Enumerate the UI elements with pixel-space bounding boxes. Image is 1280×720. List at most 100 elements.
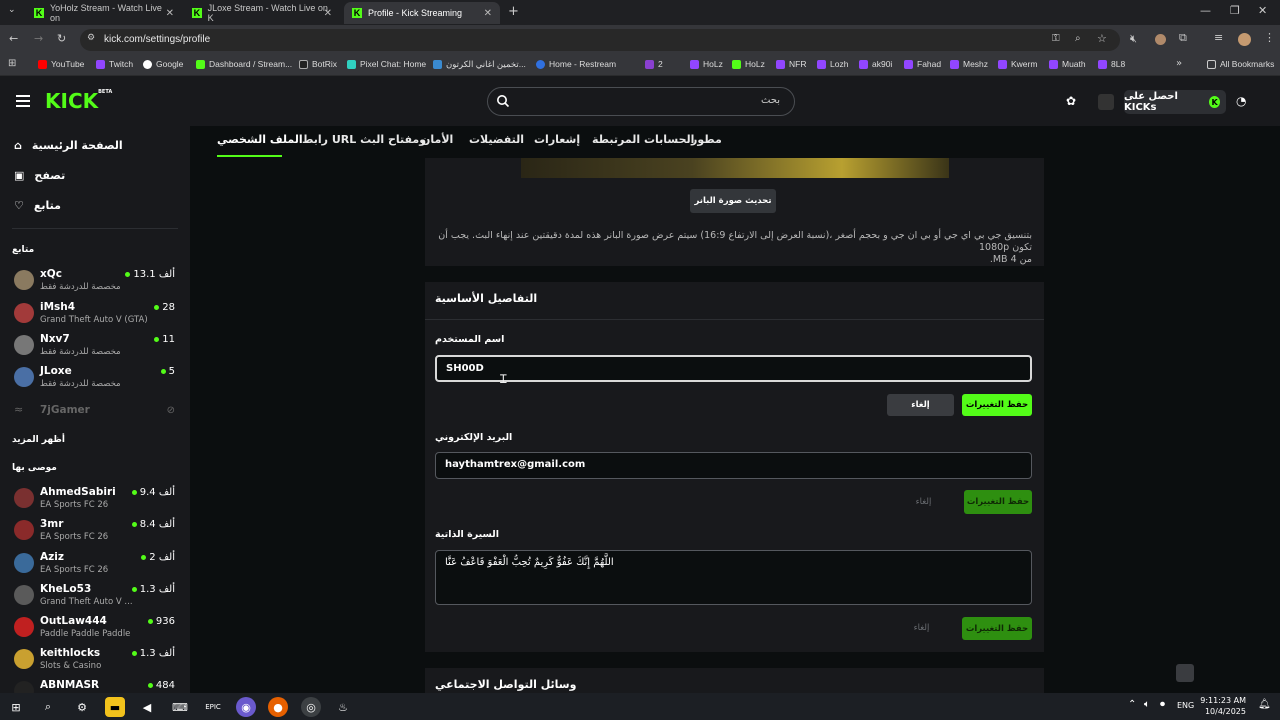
close-icon[interactable]: ✕ — [324, 8, 332, 19]
bookmark-star-icon[interactable]: ☆ — [1097, 32, 1107, 45]
email-field[interactable]: haythamtrex@gmail.com — [435, 452, 1032, 479]
update-banner-button[interactable]: تحديث صورة البانر — [690, 189, 776, 213]
window-close-icon[interactable]: ✕ — [1258, 4, 1267, 17]
reload-icon[interactable]: ↻ — [57, 32, 66, 45]
list-item[interactable]: iMsh4 Grand Theft Auto V (GTA) 28 — [12, 300, 177, 330]
bookmark-restream[interactable]: Home - Restream — [536, 59, 616, 69]
extensions-puzzle-icon[interactable]: ⧉ — [1179, 31, 1187, 45]
steam-icon[interactable]: ♨ — [333, 697, 353, 717]
chat-icon[interactable]: ◔ — [1236, 94, 1246, 108]
save-bio-button[interactable]: حفظ التغييرات — [962, 617, 1032, 640]
bookmark-botrix[interactable]: BotRix — [299, 59, 337, 69]
notification-bell-icon[interactable]: 🔔︎ — [1258, 699, 1271, 710]
tray-chevron-icon[interactable]: ⌃ — [1128, 699, 1136, 710]
bookmark-meshz[interactable]: Meshz — [950, 59, 988, 69]
list-item[interactable]: AhmedSabiri EA Sports FC 26 9.4 ألف — [12, 485, 177, 515]
mute-icon[interactable]: 🔇︎ — [1130, 32, 1137, 46]
maximize-icon[interactable]: ❐ — [1230, 4, 1240, 17]
avatar[interactable] — [1098, 94, 1114, 110]
apps-icon[interactable]: ⊞ — [8, 58, 16, 69]
bookmark-kwerm[interactable]: Kwerm — [998, 59, 1037, 69]
search-input[interactable]: بحث — [487, 87, 795, 116]
save-username-button[interactable]: حفظ التغييرات — [962, 394, 1032, 416]
tab-notifications[interactable]: إشعارات — [534, 133, 580, 146]
site-info-icon[interactable]: ⚙ — [87, 33, 95, 43]
profile-avatar[interactable] — [1238, 33, 1251, 46]
zoom-icon[interactable]: ⌕ — [1075, 33, 1081, 44]
browser-tab-2[interactable]: K JLoxe Stream - Watch Live on K ✕ — [184, 2, 340, 24]
bookmark-8l8[interactable]: 8L8 — [1098, 59, 1125, 69]
username-field[interactable]: SH00D — [435, 355, 1032, 382]
tab-preferences[interactable]: التفضيلات — [469, 133, 524, 146]
new-tab-icon[interactable]: + — [508, 4, 519, 19]
close-icon[interactable]: ✕ — [166, 8, 174, 19]
epic-games-icon[interactable]: EPIC — [203, 697, 223, 717]
list-item[interactable]: 3mr EA Sports FC 26 8.4 ألف — [12, 517, 177, 547]
media-icon[interactable]: ≡ — [1214, 31, 1223, 44]
show-more-link[interactable]: أظهر المزيد — [12, 435, 65, 445]
list-item[interactable]: ≈ 7jGamer ⊘ — [12, 403, 177, 433]
browser-tab-3[interactable]: K Profile - Kick Streaming ✕ — [344, 2, 500, 24]
more-bookmarks-icon[interactable]: » — [1176, 58, 1182, 69]
save-email-button[interactable]: حفظ التغييرات — [964, 490, 1032, 514]
keyboard-app-icon[interactable]: ⌨ — [170, 697, 190, 717]
sidebar-item-home[interactable]: ⌂ الصفحة الرئيسية — [14, 139, 123, 152]
list-item[interactable]: KheLo53 Grand Theft Auto V ... 1.3 ألف — [12, 582, 177, 612]
chrome-icon[interactable]: ◎ — [301, 697, 321, 717]
microphone-icon[interactable]: ⏺ — [1160, 699, 1165, 710]
settings-gear-icon[interactable]: ⚙ — [72, 697, 92, 717]
list-item[interactable]: OutLaw444 Paddle Paddle Paddle 936 — [12, 614, 177, 644]
clock[interactable]: 9:11:23 AM 10/4/2025 — [1200, 695, 1246, 717]
speaker-icon[interactable]: 🔈︎ — [1144, 699, 1150, 710]
app-icon[interactable]: ◀ — [137, 697, 157, 717]
bookmark-google[interactable]: Google — [143, 59, 183, 69]
bookmark-nfr[interactable]: NFR — [776, 59, 806, 69]
tab-stream-url-key[interactable]: رابط URL ومفتاح البث — [302, 133, 426, 146]
bookmark-pixel-chat[interactable]: Pixel Chat: Home — [347, 59, 426, 69]
bookmark-muath[interactable]: Muath — [1049, 59, 1086, 69]
search-icon[interactable]: ⌕ — [38, 697, 58, 717]
bookmark-ak90i[interactable]: ak90i — [859, 59, 892, 69]
hamburger-menu-icon[interactable] — [16, 95, 30, 110]
cancel-email-button[interactable]: إلغاء — [901, 494, 946, 510]
bookmark-fahad[interactable]: Fahad — [904, 59, 941, 69]
windows-start-icon[interactable]: ⊞ — [6, 697, 26, 717]
all-bookmarks[interactable]: All Bookmarks — [1207, 59, 1274, 69]
menu-icon[interactable]: ⋮ — [1264, 31, 1275, 44]
tab-profile[interactable]: الملف الشخصي — [217, 133, 303, 146]
language-indicator[interactable]: ENG — [1177, 701, 1194, 710]
list-item[interactable]: Aziz EA Sports FC 26 2 ألف — [12, 550, 177, 580]
browser-tab-1[interactable]: K YoHolz Stream - Watch Live on ✕ — [26, 2, 182, 24]
tab-connected-accounts[interactable]: الحسابات المرتبطة — [592, 133, 694, 146]
bookmark-cartoon[interactable]: تخمين اغاني الكرتون... — [433, 59, 526, 70]
extension-icon[interactable] — [1155, 34, 1166, 45]
cancel-username-button[interactable]: إلغاء — [887, 394, 954, 416]
list-item[interactable]: xQc مخصصة للدردشة فقط 13.1 ألف — [12, 267, 177, 297]
get-kicks-button[interactable]: احصل على KICKs K — [1124, 90, 1226, 114]
bookmark-holz-2[interactable]: HoLz — [732, 59, 765, 69]
minimize-icon[interactable]: — — [1200, 4, 1211, 17]
discord-icon[interactable]: ◉ — [236, 697, 256, 717]
list-item[interactable]: JLoxe مخصصة للدردشة فقط 5 — [12, 364, 177, 394]
firefox-icon[interactable]: ● — [268, 697, 288, 717]
floating-avatar[interactable] — [1176, 664, 1194, 682]
close-icon[interactable]: ✕ — [484, 8, 492, 19]
tab-developer[interactable]: مطور — [691, 133, 722, 146]
bookmark-holz-1[interactable]: HoLz — [690, 59, 723, 69]
password-key-icon[interactable]: ⚿ — [1052, 33, 1060, 44]
bookmark-twitch[interactable]: Twitch — [96, 59, 133, 69]
back-icon[interactable]: ← — [9, 32, 18, 45]
notifications-icon[interactable]: ✿ — [1066, 94, 1076, 108]
forward-icon[interactable]: → — [34, 32, 43, 45]
bookmark-youtube[interactable]: YouTube — [38, 59, 84, 69]
kick-logo[interactable]: KICKBETA — [45, 89, 112, 113]
tab-security[interactable]: الأمان — [421, 133, 453, 146]
bookmark-dashboard[interactable]: Dashboard / Stream... — [196, 59, 292, 69]
bookmark-2[interactable]: 2 — [645, 59, 663, 69]
list-item[interactable]: Nxv7 مخصصة للدردشة فقط 11 — [12, 332, 177, 362]
bookmark-lozh[interactable]: Lozh — [817, 59, 848, 69]
list-item[interactable]: keithlocks Slots & Casino 1.3 ألف — [12, 646, 177, 676]
tab-search-icon[interactable]: ⌄ — [8, 5, 16, 15]
file-explorer-icon[interactable]: ▬ — [105, 697, 125, 717]
url-field[interactable]: ⚙ kick.com/settings/profile ⚿ ⌕ ☆ — [80, 29, 1120, 51]
